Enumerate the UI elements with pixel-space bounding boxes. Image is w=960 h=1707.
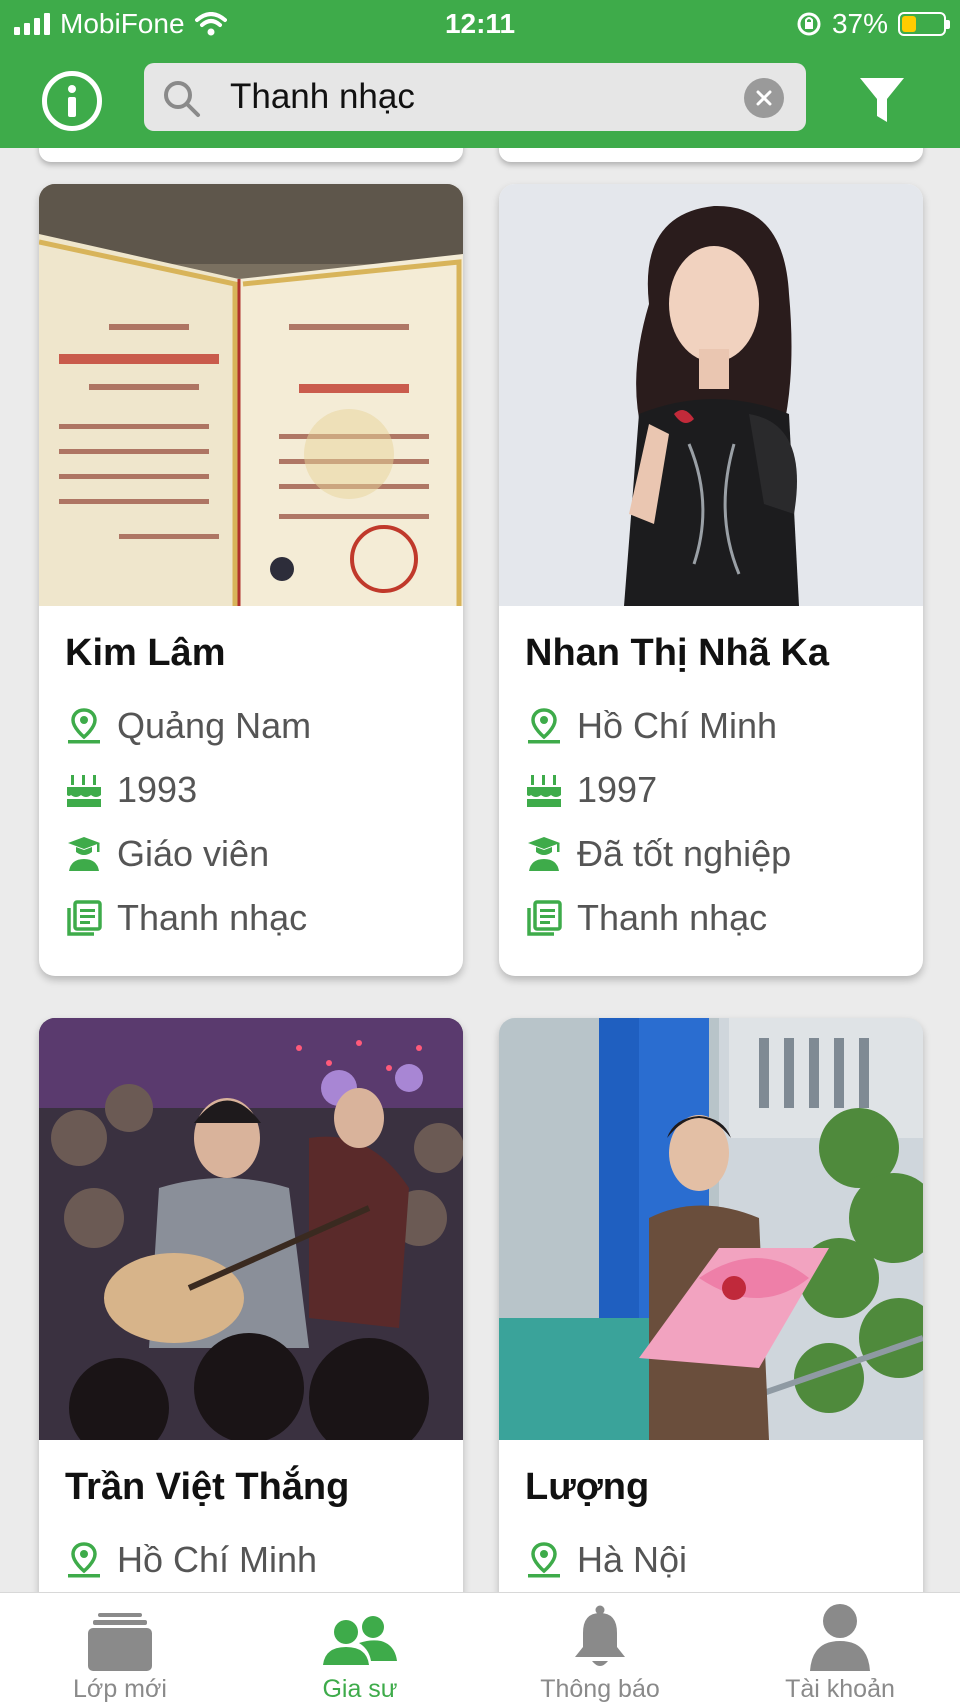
location-row: Hồ Chí Minh <box>525 694 897 758</box>
subject-book-icon <box>527 900 562 936</box>
subject-row: Thanh nhạc <box>525 886 897 950</box>
previous-card-bottom <box>499 148 923 162</box>
status-bar: MobiFone 12:11 37% <box>0 0 960 50</box>
tab-tutors[interactable]: Gia sư <box>240 1593 480 1707</box>
tutor-name: Nhan Thị Nhã Ka <box>525 632 830 674</box>
birth-year-row: 1997 <box>525 758 897 822</box>
bell-icon <box>575 1605 625 1666</box>
info-icon <box>68 85 76 117</box>
search-input[interactable]: Thanh nhạc <box>230 77 415 117</box>
tutor-status: Đã tốt nghiệp <box>577 833 792 874</box>
user-icon <box>810 1604 870 1671</box>
location-row: Hà Nội <box>525 1528 897 1592</box>
tutor-card[interactable]: Lượng Hà Nội <box>499 1018 923 1592</box>
tutor-card[interactable]: Nhan Thị Nhã Ka Hồ Chí Minh 1997 Đã tốt … <box>499 184 923 976</box>
tab-label: Tài khoản <box>785 1675 895 1703</box>
location-row: Quảng Nam <box>65 694 437 758</box>
location-pin-icon <box>528 1542 560 1578</box>
diploma-photo <box>39 184 463 606</box>
subject-book-icon <box>67 900 102 936</box>
rotation-lock-icon <box>797 12 821 36</box>
tutor-grid: Kim Lâm Quảng Nam 1993 Giáo viên Thanh n… <box>0 148 960 1592</box>
flowers-photo <box>499 1018 923 1440</box>
tutor-subject: Thanh nhạc <box>117 897 308 938</box>
tutor-location: Quảng Nam <box>117 705 312 746</box>
app-header: MobiFone 12:11 37% Thanh nhạc <box>0 0 960 148</box>
tutor-status: Giáo viên <box>117 833 270 874</box>
tab-notifications[interactable]: Thông báo <box>480 1593 720 1707</box>
location-row: Hồ Chí Minh <box>65 1528 437 1592</box>
status-right: 37% <box>796 8 950 40</box>
location-pin-icon <box>68 1542 100 1578</box>
tutor-location: Hồ Chí Minh <box>577 705 778 746</box>
subject-row: Thanh nhạc <box>65 886 437 950</box>
tutor-location: Hồ Chí Minh <box>117 1539 318 1580</box>
battery-icon <box>898 12 950 36</box>
tab-label: Thông báo <box>540 1675 660 1703</box>
clear-search-button[interactable] <box>744 78 784 118</box>
info-button[interactable] <box>42 71 102 131</box>
tutor-subject: Thanh nhạc <box>577 897 768 938</box>
battery-percent: 37% <box>831 8 888 39</box>
status-row: Giáo viên <box>65 822 437 886</box>
status-row: Đã tốt nghiệp <box>525 822 897 886</box>
search-icon <box>164 81 200 117</box>
location-pin-icon <box>68 708 100 744</box>
class-icon <box>88 1613 152 1671</box>
tab-label: Gia sư <box>322 1675 398 1703</box>
tutors-icon <box>323 1616 397 1665</box>
tutor-birth-year: 1997 <box>577 769 658 810</box>
tab-label: Lớp mới <box>73 1675 167 1703</box>
search-bar[interactable]: Thanh nhạc <box>144 63 806 131</box>
clear-icon <box>756 90 772 106</box>
birth-year-row: 1993 <box>65 758 437 822</box>
previous-card-bottom <box>39 148 463 162</box>
tab-new-classes[interactable]: Lớp mới <box>0 1593 240 1707</box>
tutor-name: Kim Lâm <box>65 632 226 674</box>
tutor-name: Lượng <box>525 1466 650 1508</box>
cake-icon <box>527 775 561 807</box>
filter-icon[interactable] <box>858 76 906 126</box>
tutor-card[interactable]: Kim Lâm Quảng Nam 1993 Giáo viên Thanh n… <box>39 184 463 976</box>
graduate-icon <box>68 837 100 871</box>
tutor-name: Trần Việt Thắng <box>65 1466 350 1508</box>
concert-photo <box>39 1018 463 1440</box>
bottom-tab-bar: Lớp mới Gia sư Thông báo Tài khoản <box>0 1592 960 1707</box>
portrait-photo <box>499 184 923 606</box>
tutor-card[interactable]: Trần Việt Thắng Hồ Chí Minh <box>39 1018 463 1592</box>
tutor-birth-year: 1993 <box>117 769 198 810</box>
tab-account[interactable]: Tài khoản <box>720 1593 960 1707</box>
tutor-location: Hà Nội <box>577 1539 688 1580</box>
cake-icon <box>67 775 101 807</box>
location-pin-icon <box>528 708 560 744</box>
graduate-icon <box>528 837 560 871</box>
